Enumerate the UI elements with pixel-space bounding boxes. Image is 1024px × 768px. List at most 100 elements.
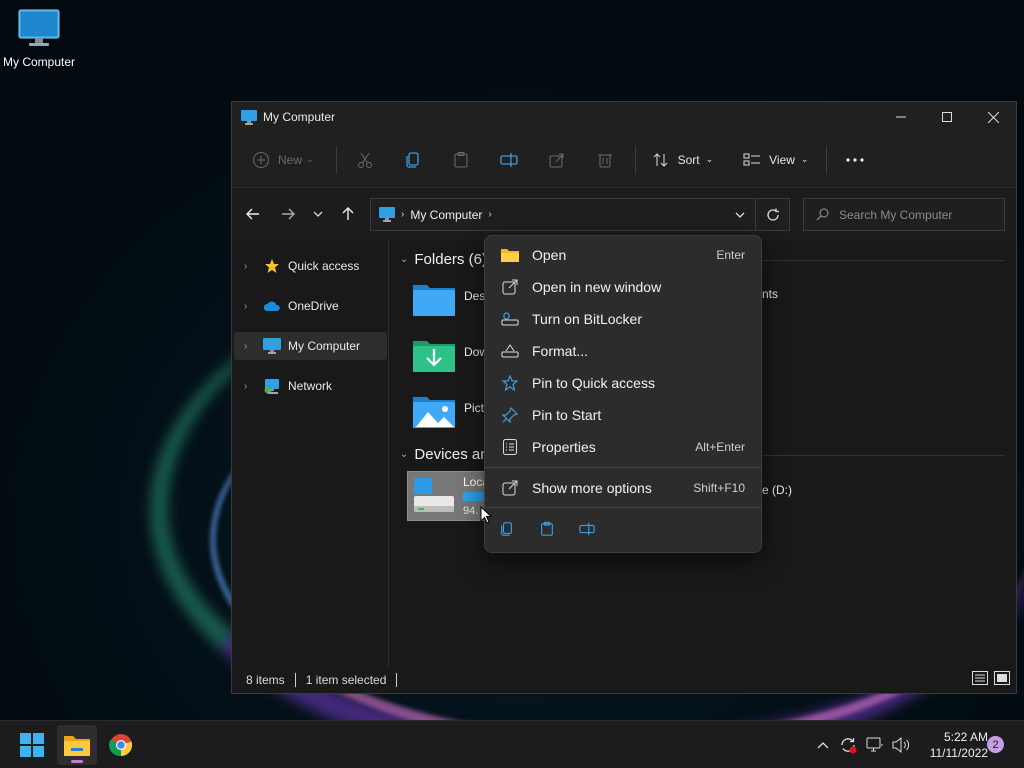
computer-icon (241, 109, 257, 125)
hard-drive-icon (414, 478, 454, 512)
selection-count: 1 item selected (305, 672, 387, 687)
sidebar-item-onedrive[interactable]: › OneDrive (234, 292, 387, 320)
file-explorer-icon (64, 736, 90, 756)
menu-copy-button[interactable] (497, 519, 517, 539)
paste-button[interactable] (443, 143, 479, 177)
sidebar-item-quick-access[interactable]: › Quick access (234, 252, 387, 280)
menu-item-label: Pin to Quick access (532, 375, 655, 391)
menu-item-bitlocker[interactable]: Turn on BitLocker (489, 304, 757, 334)
menu-item-properties[interactable]: Properties Alt+Enter (489, 432, 757, 462)
devices-group-header[interactable]: ⌄ Devices an (400, 446, 489, 463)
folders-group-title: Folders (6) (414, 251, 487, 268)
chevron-right-icon[interactable]: › (244, 341, 258, 352)
share-icon (549, 153, 564, 167)
folder-desktop[interactable]: Desk (412, 280, 491, 318)
clipboard-icon (454, 151, 468, 167)
menu-item-label: Open in new window (532, 279, 662, 295)
menu-paste-button[interactable] (537, 519, 557, 539)
up-button[interactable] (332, 198, 364, 230)
new-button[interactable]: New ⌄ (246, 143, 320, 177)
cut-button[interactable] (347, 143, 383, 177)
folder-documents-label[interactable]: nts (762, 287, 778, 301)
sidebar-item-my-computer[interactable]: › My Computer (234, 332, 387, 360)
chevron-up-icon (817, 742, 829, 749)
open-new-window-icon (500, 279, 520, 295)
menu-item-show-more-options[interactable]: Show more options Shift+F10 (489, 473, 757, 503)
start-button[interactable] (12, 725, 52, 765)
more-options-button[interactable] (837, 143, 873, 177)
copy-button[interactable] (395, 143, 431, 177)
close-button[interactable] (970, 102, 1016, 132)
address-bar[interactable]: › My Computer › (370, 198, 790, 231)
drive-d-label[interactable]: e (D:) (762, 483, 792, 497)
chevron-right-icon[interactable]: › (244, 301, 258, 312)
chevron-right-icon[interactable]: › (244, 381, 258, 392)
devices-group-title: Devices an (414, 446, 489, 463)
delete-button[interactable] (587, 143, 623, 177)
clock-date: 11/11/2022 (929, 746, 988, 760)
taskbar-file-explorer[interactable] (57, 725, 97, 765)
context-menu: Open Enter Open in new window Turn on Bi… (484, 235, 762, 553)
title-bar[interactable]: My Computer (232, 102, 1016, 132)
chrome-icon (109, 734, 133, 757)
menu-item-format[interactable]: Format... (489, 336, 757, 366)
sort-button[interactable]: Sort ⌄ (646, 143, 720, 177)
sidebar-item-label: My Computer (288, 339, 361, 353)
search-box[interactable] (803, 198, 1005, 231)
tiles-view-icon (994, 671, 1010, 685)
sidebar-item-network[interactable]: › Network (234, 372, 387, 400)
copy-icon (405, 151, 419, 168)
menu-shortcut: Shift+F10 (693, 481, 745, 495)
folders-group-header[interactable]: ⌄ Folders (6) (400, 251, 487, 268)
menu-item-open[interactable]: Open Enter (489, 240, 757, 270)
clock[interactable]: 5:22 AM 11/11/2022 (910, 729, 988, 761)
computer-icon (379, 207, 395, 222)
recent-locations-button[interactable] (302, 198, 334, 230)
status-divider (396, 672, 398, 687)
folder-downloads[interactable]: Dow (412, 336, 488, 374)
refresh-button[interactable] (755, 199, 789, 230)
properties-icon (500, 439, 520, 455)
desktop-icon-my-computer[interactable]: My Computer (0, 8, 78, 69)
forward-button[interactable] (272, 198, 304, 230)
menu-item-open-new-window[interactable]: Open in new window (489, 272, 757, 302)
toolbar-divider (826, 145, 828, 174)
menu-shortcut: Alt+Enter (695, 440, 745, 454)
address-history-button[interactable] (725, 212, 755, 218)
chevron-down-icon: ⌄ (800, 154, 809, 164)
chevron-down-icon (735, 212, 745, 218)
menu-item-pin-quick-access[interactable]: Pin to Quick access (489, 368, 757, 398)
share-button[interactable] (539, 143, 575, 177)
maximize-button[interactable] (924, 102, 970, 132)
menu-item-label: Open (532, 247, 567, 263)
desktop-folder-icon (413, 285, 455, 316)
toolbar-divider (335, 145, 337, 174)
plus-circle-icon (253, 151, 269, 168)
folder-pictures[interactable]: Pict (412, 392, 484, 430)
breadcrumb-my-computer[interactable]: My Computer (410, 208, 482, 222)
group-divider (760, 260, 1004, 261)
notification-badge[interactable]: 2 (987, 736, 1004, 753)
menu-item-pin-start[interactable]: Pin to Start (489, 400, 757, 430)
scissors-icon (357, 152, 372, 168)
more-options-icon (500, 480, 520, 496)
clock-time: 5:22 AM (943, 730, 988, 744)
network-status-button[interactable] (862, 737, 888, 753)
volume-icon (892, 737, 910, 753)
taskbar-chrome[interactable] (101, 725, 141, 765)
pictures-folder-icon (413, 397, 455, 428)
rename-button[interactable] (491, 143, 527, 177)
chevron-right-icon[interactable]: › (244, 261, 258, 272)
minimize-button[interactable] (878, 102, 924, 132)
search-input[interactable] (839, 207, 999, 222)
more-icon (846, 157, 865, 162)
details-view-button[interactable] (972, 671, 988, 688)
menu-rename-button[interactable] (577, 519, 597, 539)
toolbar-divider (634, 145, 636, 174)
back-button[interactable] (237, 198, 269, 230)
sync-status-button[interactable] (834, 736, 862, 754)
view-button[interactable]: View ⌄ (737, 143, 814, 177)
cloud-icon (260, 300, 284, 312)
tiles-view-button[interactable] (994, 671, 1010, 688)
show-hidden-icons-button[interactable] (812, 741, 834, 749)
